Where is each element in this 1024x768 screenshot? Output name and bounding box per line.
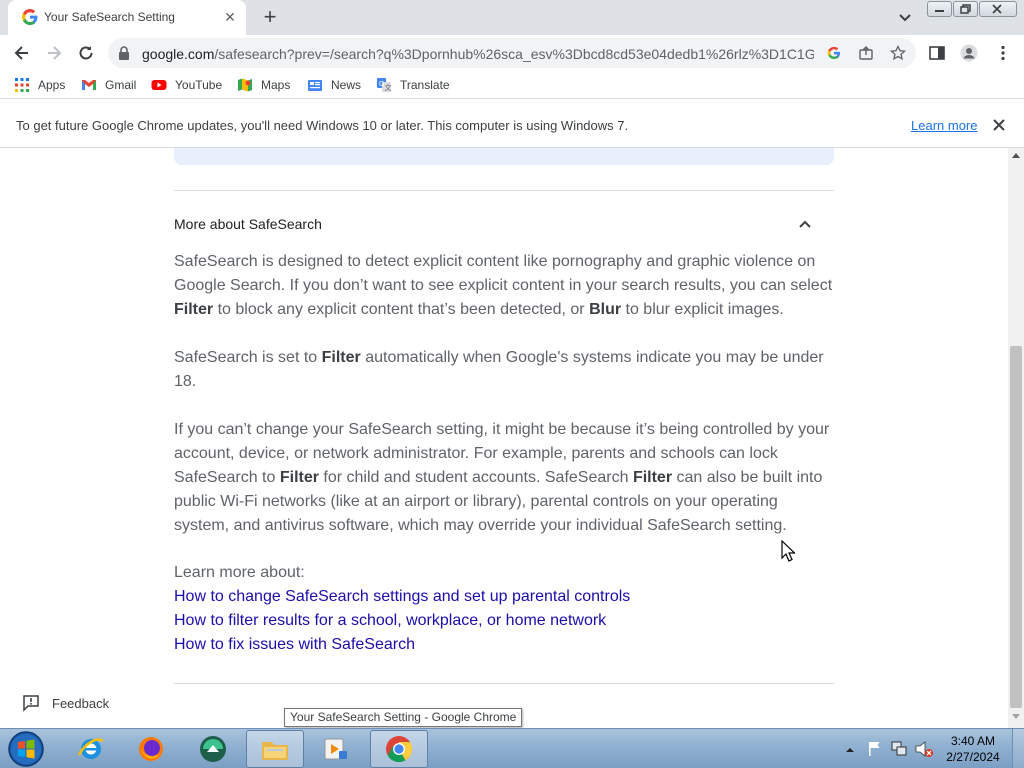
paragraph-filter-default: SafeSearch is set to Filter automaticall… (174, 349, 824, 390)
menu-kebab-icon[interactable] (994, 44, 1012, 62)
chrome-icon (386, 736, 413, 763)
taskbar-media-app[interactable] (184, 730, 242, 768)
new-tab-button[interactable]: + (259, 6, 281, 28)
learn-more-about-label: Learn more about: (174, 564, 305, 581)
firefox-icon (139, 737, 163, 761)
setting-panel-bottom (174, 148, 834, 165)
feedback-icon (23, 695, 39, 712)
file-explorer-icon (262, 742, 288, 760)
window-tooltip: Your SafeSearch Setting - Google Chrome (284, 708, 523, 727)
tab-title: Your SafeSearch Setting (44, 10, 175, 24)
tab-safesearch[interactable]: Your SafeSearch Setting ✕ (8, 0, 246, 35)
network-icon[interactable] (890, 729, 908, 768)
url-text[interactable]: google.com/safesearch?prev=/search?q%3Dp… (142, 46, 814, 62)
forward-icon[interactable] (44, 43, 64, 63)
bookmark-label: Translate (400, 78, 450, 92)
google-lens-g-icon[interactable] (826, 45, 842, 61)
show-hidden-icons-icon[interactable] (844, 729, 856, 768)
help-link-change-settings[interactable]: How to change SafeSearch settings and se… (174, 588, 630, 606)
system-clock[interactable]: 3:40 AM 2/27/2024 (940, 733, 1006, 765)
bookmark-news[interactable]: News (307, 75, 361, 95)
bookmark-youtube[interactable]: YouTube (151, 75, 222, 95)
bookmarks-bar: Apps Gmail YouTube Maps News G 文 Transla… (0, 71, 1024, 99)
bookmark-apps[interactable]: Apps (14, 75, 65, 95)
bookmark-label: YouTube (175, 78, 223, 92)
tab-close-icon[interactable]: ✕ (222, 9, 238, 25)
media-player-icon (324, 738, 347, 760)
news-icon (308, 80, 322, 91)
feedback-label: Feedback (52, 695, 110, 711)
address-bar[interactable]: google.com/safesearch?prev=/search?q%3Dp… (108, 38, 916, 68)
learn-more-link[interactable]: Learn more (911, 118, 977, 133)
section-divider (174, 190, 834, 191)
bookmark-label: Gmail (105, 78, 137, 92)
infobar-message: To get future Google Chrome updates, you… (16, 118, 629, 133)
internet-explorer-icon (77, 738, 104, 759)
section-heading[interactable]: More about SafeSearch (174, 216, 322, 232)
bookmark-gmail[interactable]: Gmail (81, 75, 136, 95)
lock-icon[interactable] (118, 46, 130, 60)
taskbar-firefox[interactable] (122, 730, 180, 768)
show-desktop-button[interactable] (1012, 729, 1024, 768)
taskbar-file-explorer[interactable] (246, 730, 304, 768)
taskbar-chrome[interactable] (370, 730, 428, 768)
profile-avatar-icon[interactable] (960, 44, 978, 62)
update-infobar: To get future Google Chrome updates, you… (0, 103, 1024, 148)
youtube-icon (151, 80, 167, 90)
scroll-thumb[interactable] (1010, 346, 1022, 708)
translate-icon: G 文 (377, 78, 392, 92)
apps-grid-icon (15, 78, 29, 92)
gmail-icon (82, 80, 96, 90)
windows-start-icon[interactable] (6, 730, 46, 768)
scroll-up-arrow-icon[interactable] (1012, 152, 1020, 158)
close-window-button[interactable] (979, 1, 1017, 17)
url-domain: google.com (142, 46, 215, 62)
tab-search-chevron-icon[interactable] (896, 8, 914, 26)
svg-text:文: 文 (385, 83, 392, 92)
taskbar-media-player[interactable] (306, 730, 364, 768)
mouse-cursor-icon (781, 540, 795, 562)
help-link-fix-issues[interactable]: How to fix issues with SafeSearch (174, 636, 415, 654)
help-link-filter-network[interactable]: How to filter results for a school, work… (174, 612, 606, 630)
maps-icon (238, 78, 252, 92)
clock-date: 2/27/2024 (946, 750, 1000, 764)
page-content: More about SafeSearch SafeSearch is desi… (0, 148, 1008, 728)
clock-time: 3:40 AM (950, 734, 996, 748)
google-g-icon (22, 9, 38, 25)
chevron-up-icon[interactable] (797, 216, 813, 232)
feedback-button[interactable]: Feedback (22, 694, 109, 712)
side-panel-icon[interactable] (928, 44, 946, 62)
taskbar-internet-explorer[interactable] (62, 730, 120, 768)
paragraph-about-safesearch: SafeSearch is designed to detect explici… (174, 253, 833, 318)
bookmark-maps[interactable]: Maps (237, 75, 290, 95)
back-icon[interactable] (12, 43, 32, 63)
windows-taskbar: 3:40 AM 2/27/2024 (0, 728, 1024, 768)
page-scrollbar[interactable] (1008, 148, 1024, 728)
browser-toolbar: google.com/safesearch?prev=/search?q%3Dp… (0, 35, 1024, 71)
restore-button[interactable] (953, 1, 978, 17)
bookmark-label: Apps (38, 78, 66, 92)
reload-icon[interactable] (76, 43, 96, 63)
share-icon[interactable] (858, 45, 874, 61)
scroll-down-arrow-icon[interactable] (1012, 714, 1020, 720)
media-app-icon (200, 736, 226, 762)
minimize-button[interactable] (927, 1, 952, 17)
bottom-divider (174, 683, 834, 684)
url-path: /safesearch?prev=/search?q%3Dpornhub%26s… (214, 46, 814, 62)
infobar-close-icon[interactable] (992, 118, 1006, 132)
volume-muted-icon[interactable] (914, 729, 934, 768)
bookmark-translate[interactable]: G 文 Translate (376, 75, 450, 95)
paragraph-locked-setting: If you can’t change your SafeSearch sett… (174, 421, 830, 534)
bookmark-star-icon[interactable] (890, 45, 906, 61)
bookmark-label: Maps (261, 78, 291, 92)
tab-strip: Your SafeSearch Setting ✕ + (0, 0, 1024, 35)
bookmark-label: News (331, 78, 362, 92)
action-center-flag-icon[interactable] (866, 729, 884, 768)
